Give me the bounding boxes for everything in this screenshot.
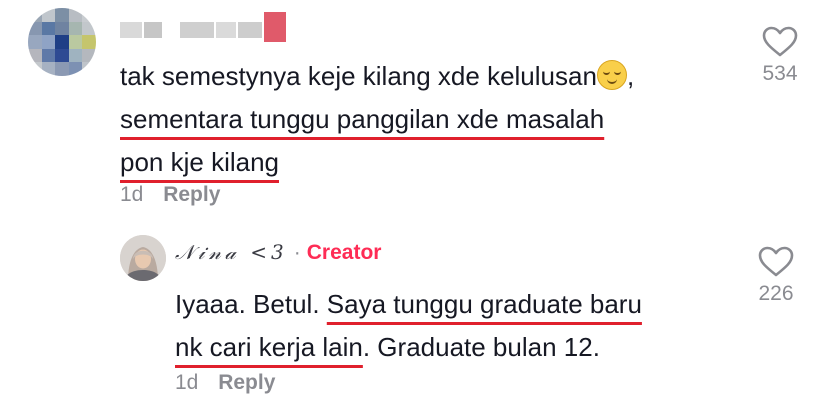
comment-text-line3-underlined: pon kje kilang [120,147,279,177]
reply-text: Iyaaa. Betul. Saya tunggu graduate baru … [175,283,715,369]
reply-text-tail: . Graduate bulan 12. [362,332,600,362]
reply-like-count: 226 [758,282,794,305]
reply-reply-button[interactable]: Reply [218,371,275,394]
reply-like-button[interactable]: 226 [746,246,806,306]
comment-like-count: 534 [762,62,798,85]
heart-icon [758,246,794,277]
reply-author-name[interactable]: 𝒩𝒾𝓃𝒶 <3 [175,240,288,264]
comment-reply-button[interactable]: Reply [163,183,220,206]
reply-text-underlined-2: nk cari kerja lain [175,332,363,362]
creator-badge: Creator [306,241,382,264]
reply-text-plain: Iyaaa. Betul. [175,289,320,319]
reply-age: 1d [175,371,199,394]
comment-text: tak semestynya keje kilang xde kelulusan… [120,55,720,184]
separator-dot: · [293,241,301,264]
reply-meta: 1d Reply [175,371,275,395]
comment-text-line2-underlined: sementara tunggu panggilan xde masalah [120,104,605,134]
heart-icon [762,26,798,57]
commenter-avatar[interactable] [28,8,96,76]
comment-text-tail: , [626,61,635,91]
comment-meta: 1d Reply [120,183,220,207]
comment-age: 1d [120,183,144,206]
reply-text-underlined-1: Saya tunggu graduate baru [326,289,642,319]
comment-like-button[interactable]: 534 [750,26,810,86]
creator-avatar[interactable] [120,235,166,281]
relieved-face-emoji-icon [596,60,627,90]
reply-author-line: 𝒩𝒾𝓃𝒶 <3 · Creator [175,240,381,265]
redacted-username[interactable] [120,12,290,42]
comment-text-line1: tak semestynya keje kilang xde kelulusan [120,61,597,91]
